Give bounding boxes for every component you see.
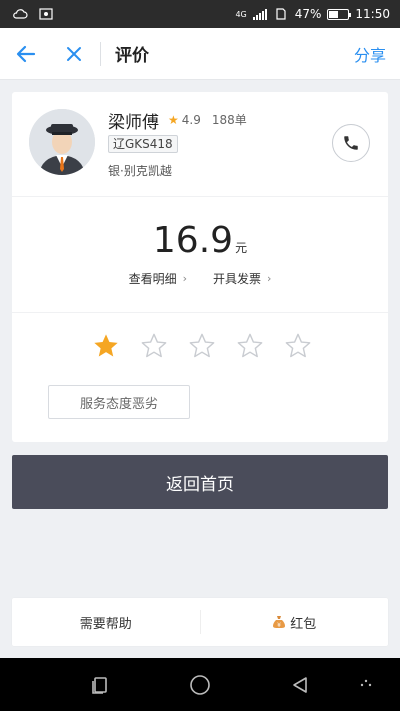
- network-label: 4G: [235, 9, 247, 19]
- system-nav-bar: [0, 658, 400, 711]
- driver-avatar: [29, 109, 95, 175]
- call-driver-button[interactable]: [332, 124, 370, 162]
- fare-amount: 16.9: [152, 220, 234, 261]
- home-circle-icon: [190, 674, 210, 695]
- recent-apps-icon: [92, 676, 107, 694]
- back-button[interactable]: [0, 28, 52, 80]
- clock: 11:50: [355, 7, 390, 21]
- dots-icon: [360, 679, 372, 686]
- battery-icon: [327, 8, 352, 20]
- order-count: 188单: [211, 113, 247, 127]
- issue-invoice-label: 开具发票: [213, 272, 262, 286]
- page-title: 评价: [115, 46, 149, 66]
- status-bar: 4G 47% 11:50: [0, 0, 400, 28]
- signal-icon: [252, 8, 267, 20]
- rating-value: 4.9: [181, 112, 201, 127]
- review-tag[interactable]: 服务态度恶劣: [48, 385, 190, 419]
- chevron-right-icon: ›: [267, 272, 272, 285]
- bottom-action-bar: 需要帮助 ¥ 红包: [12, 598, 388, 646]
- recent-apps-button[interactable]: [70, 658, 130, 711]
- nav-divider: [100, 41, 101, 66]
- driver-rating: ★ 4.9 188单: [168, 111, 247, 128]
- svg-text:¥: ¥: [277, 622, 281, 629]
- star-1-button[interactable]: [92, 332, 120, 360]
- battery-percent: 47%: [294, 7, 322, 21]
- star-5-button[interactable]: [284, 332, 312, 360]
- fare-links: 查看明细 › 开具发票 ›: [12, 270, 388, 287]
- screenshot-icon: [38, 8, 54, 20]
- star-3-button[interactable]: [188, 332, 216, 360]
- back-arrow-icon: [16, 45, 36, 62]
- sim-icon: [273, 8, 289, 20]
- issue-invoice-link[interactable]: 开具发票 ›: [213, 270, 271, 287]
- back-nav-button[interactable]: [270, 658, 330, 711]
- view-details-label: 查看明细: [128, 272, 177, 286]
- divider: [12, 312, 388, 313]
- rating-star-icon: ★: [168, 112, 179, 127]
- chevron-right-icon: ›: [182, 272, 187, 285]
- close-icon: [67, 46, 81, 61]
- help-button[interactable]: 需要帮助: [12, 613, 200, 632]
- license-plate: 辽GKS418: [108, 135, 178, 153]
- driver-name: 梁师傅: [108, 113, 159, 133]
- more-menu-button[interactable]: [336, 658, 396, 711]
- divider: [12, 196, 388, 197]
- star-4-button[interactable]: [236, 332, 264, 360]
- help-label: 需要帮助: [79, 616, 132, 632]
- trip-card: 梁师傅 ★ 4.9 188单 辽GKS418 银·别克凯越 16.9 元 查看明细…: [12, 92, 388, 442]
- money-bag-icon: ¥: [273, 616, 286, 629]
- car-model: 银·别克凯越: [108, 164, 172, 178]
- share-button[interactable]: 分享: [354, 42, 386, 66]
- star-2-button[interactable]: [140, 332, 168, 360]
- star-rating: [92, 332, 312, 360]
- return-home-button[interactable]: 返回首页: [12, 455, 388, 509]
- fare-unit: 元: [235, 241, 248, 255]
- nav-bar: 评价 分享: [0, 28, 400, 80]
- red-packet-button[interactable]: ¥ 红包: [201, 613, 389, 632]
- home-nav-button[interactable]: [170, 658, 230, 711]
- back-triangle-icon: [293, 676, 307, 693]
- phone-icon: [344, 136, 358, 150]
- close-button[interactable]: [52, 28, 96, 80]
- cloud-icon: [12, 8, 28, 20]
- fare: 16.9 元: [12, 220, 388, 261]
- red-packet-label: 红包: [290, 616, 317, 632]
- view-details-link[interactable]: 查看明细 ›: [129, 270, 187, 287]
